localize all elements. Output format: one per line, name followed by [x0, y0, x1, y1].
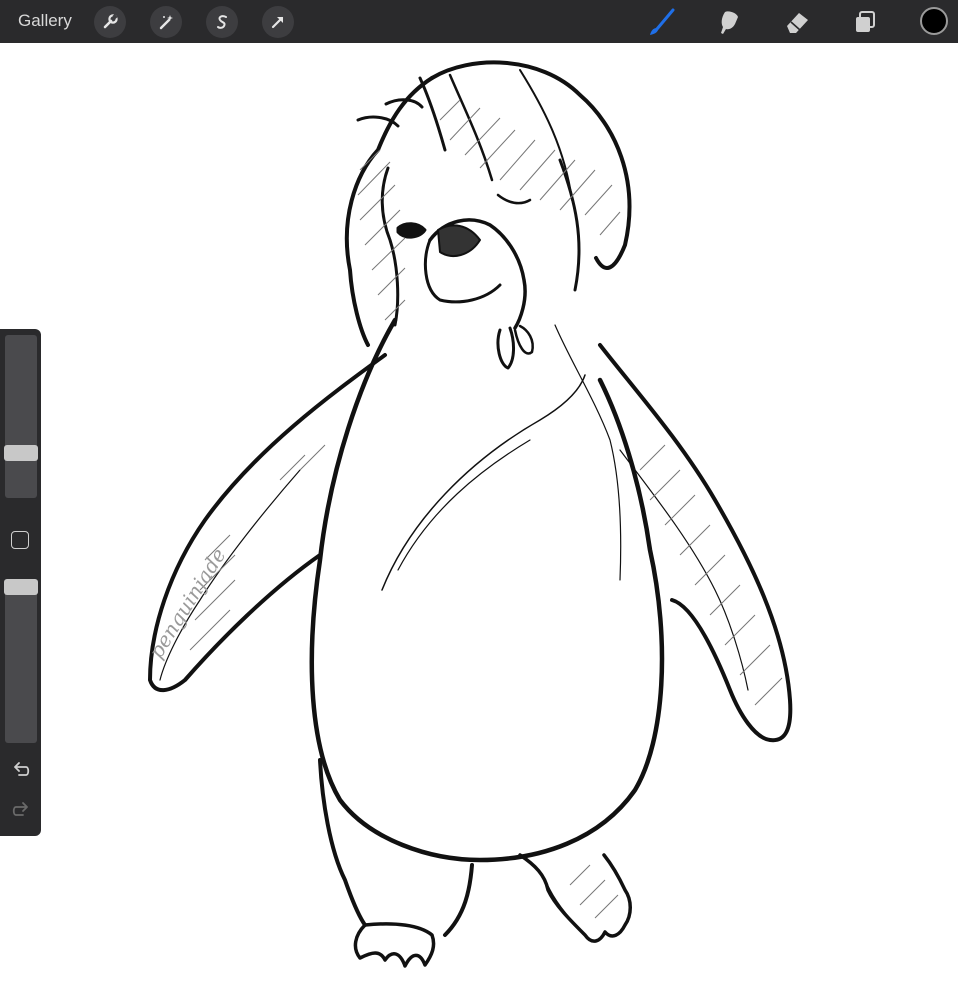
brush-size-thumb[interactable]: [4, 445, 38, 462]
opacity-slider[interactable]: [5, 579, 37, 743]
layers-icon[interactable]: [849, 6, 881, 38]
brush-sidebar: [0, 329, 41, 836]
undo-icon[interactable]: [10, 759, 32, 781]
adjustments-wand-icon[interactable]: [150, 6, 182, 38]
smudge-icon[interactable]: [713, 6, 745, 38]
redo-icon[interactable]: [10, 799, 32, 821]
drawing-canvas[interactable]: penguinjade: [0, 43, 958, 1000]
selection-icon[interactable]: [206, 6, 238, 38]
transform-arrow-icon[interactable]: [262, 6, 294, 38]
brush-size-slider[interactable]: [5, 335, 37, 498]
actions-wrench-icon[interactable]: [94, 6, 126, 38]
color-picker-button[interactable]: [920, 7, 948, 35]
eraser-icon[interactable]: [781, 6, 813, 38]
top-toolbar: Gallery: [0, 0, 958, 43]
brush-icon[interactable]: [645, 6, 677, 38]
opacity-thumb[interactable]: [4, 579, 38, 595]
gallery-button[interactable]: Gallery: [18, 11, 72, 31]
modify-button[interactable]: [11, 531, 29, 549]
